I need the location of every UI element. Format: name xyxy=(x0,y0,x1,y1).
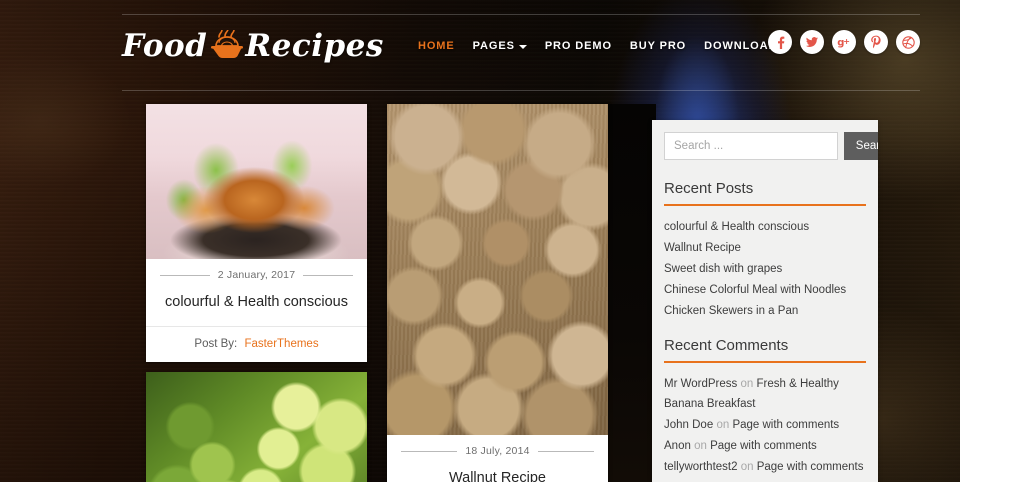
nav-item-buy-pro-label: BUY PRO xyxy=(629,40,687,52)
facebook-icon[interactable] xyxy=(768,30,792,54)
social-links: g + xyxy=(768,30,920,54)
meta-divider-left xyxy=(160,274,210,276)
comment-author[interactable]: Mr WordPress xyxy=(664,378,737,390)
list-item: John Doe on Page with comments xyxy=(664,415,866,435)
post-column-right: 18 July, 2014 Wallnut Recipe xyxy=(387,104,608,504)
comment-on-label: on xyxy=(694,440,707,452)
list-item[interactable]: Chicken Skewers in a Pan xyxy=(664,301,866,321)
dribbble-icon[interactable] xyxy=(896,30,920,54)
list-item[interactable]: Sweet dish with grapes xyxy=(664,259,866,279)
post-footer: Post By: FasterThemes xyxy=(146,327,367,362)
search-widget: Search xyxy=(664,132,878,160)
list-item[interactable]: Chinese Colorful Meal with Noodles xyxy=(664,280,866,300)
nav-item-pages-label: PAGES xyxy=(472,40,515,52)
list-item: Anon on Page with comments xyxy=(664,436,866,456)
search-input[interactable] xyxy=(664,132,838,160)
post-thumbnail-walnuts[interactable] xyxy=(387,104,608,435)
noodle-bowl-icon xyxy=(210,28,244,62)
post-title[interactable]: colourful & Health conscious xyxy=(146,281,367,327)
nav-item-pro-demo-label: PRO DEMO xyxy=(544,40,612,52)
nav-item-buy-pro[interactable]: BUY PRO xyxy=(630,40,686,52)
list-item: tellyworthtest2 on Page with comments xyxy=(664,457,866,477)
post-by-label: Post By: xyxy=(194,337,238,350)
list-item: Mr WordPress on Fresh & Healthy Banana B… xyxy=(664,374,866,414)
search-button[interactable]: Search xyxy=(844,132,878,160)
header-top-divider xyxy=(122,14,920,15)
sidebar: Search Recent Posts colourful & Health c… xyxy=(652,120,878,504)
comment-post-link[interactable]: Page with comments xyxy=(757,461,864,473)
post-meta: 18 July, 2014 xyxy=(387,435,608,457)
nav-item-home-label: HOME xyxy=(418,40,455,52)
pinterest-icon[interactable] xyxy=(864,30,888,54)
recent-comments-list: Mr WordPress on Fresh & Healthy Banana B… xyxy=(664,374,866,477)
comment-author[interactable]: Anon xyxy=(664,440,691,452)
post-card: 2 January, 2017 colourful & Health consc… xyxy=(146,104,367,362)
header-bottom-divider xyxy=(122,90,920,91)
logo-text-food: Food xyxy=(122,28,208,64)
browser-right-gutter xyxy=(960,0,1024,504)
nav-item-pro-demo[interactable]: PRO DEMO xyxy=(545,40,612,52)
meta-divider-right xyxy=(303,274,353,276)
post-thumbnail-fried-chicken[interactable] xyxy=(146,104,367,259)
comment-author[interactable]: John Doe xyxy=(664,419,713,431)
google-plus-icon[interactable]: g + xyxy=(832,30,856,54)
comment-on-label: on xyxy=(740,461,754,473)
post-date: 2 January, 2017 xyxy=(217,269,296,281)
main-navigation: HOME PAGES PRO DEMO BUY PRO DOWNLOAD xyxy=(418,40,777,52)
post-column-left: 2 January, 2017 colourful & Health consc… xyxy=(146,104,367,504)
comment-post-link[interactable]: Page with comments xyxy=(732,419,839,431)
meta-divider-left xyxy=(401,450,458,452)
nav-item-download-label: DOWNLOAD xyxy=(704,40,778,52)
recent-posts-title: Recent Posts xyxy=(664,180,866,206)
post-meta: 2 January, 2017 xyxy=(146,259,367,281)
recent-posts-widget: Recent Posts colourful & Health consciou… xyxy=(664,180,866,321)
recent-comments-widget: Recent Comments Mr WordPress on Fresh & … xyxy=(664,337,866,477)
page-bottom-band xyxy=(0,482,960,504)
nav-item-home[interactable]: HOME xyxy=(418,40,455,52)
browser-viewport: Food Recipes HOME PAGES PRO DEMO BUY PRO… xyxy=(0,0,1024,504)
comment-on-label: on xyxy=(740,378,754,390)
chevron-down-icon xyxy=(518,45,527,49)
list-item[interactable]: colourful & Health conscious xyxy=(664,217,866,237)
site-logo[interactable]: Food Recipes xyxy=(122,24,384,68)
nav-item-download[interactable]: DOWNLOAD xyxy=(704,40,777,52)
svg-text:+: + xyxy=(843,37,850,46)
logo-text-recipes: Recipes xyxy=(245,28,384,64)
meta-divider-right xyxy=(537,450,595,452)
list-item[interactable]: Wallnut Recipe xyxy=(664,238,866,258)
site-header: Food Recipes HOME PAGES PRO DEMO BUY PRO… xyxy=(122,0,920,92)
comment-author[interactable]: tellyworthtest2 xyxy=(664,461,738,473)
nav-item-pages[interactable]: PAGES xyxy=(473,40,527,52)
post-card: 18 July, 2014 Wallnut Recipe xyxy=(387,104,608,503)
post-date: 18 July, 2014 xyxy=(465,445,530,457)
recent-posts-list: colourful & Health conscious Wallnut Rec… xyxy=(664,217,866,321)
recent-comments-title: Recent Comments xyxy=(664,337,866,363)
post-author-link[interactable]: FasterThemes xyxy=(244,338,318,350)
comment-post-link[interactable]: Page with comments xyxy=(710,440,817,452)
comment-on-label: on xyxy=(716,419,730,431)
twitter-icon[interactable] xyxy=(800,30,824,54)
